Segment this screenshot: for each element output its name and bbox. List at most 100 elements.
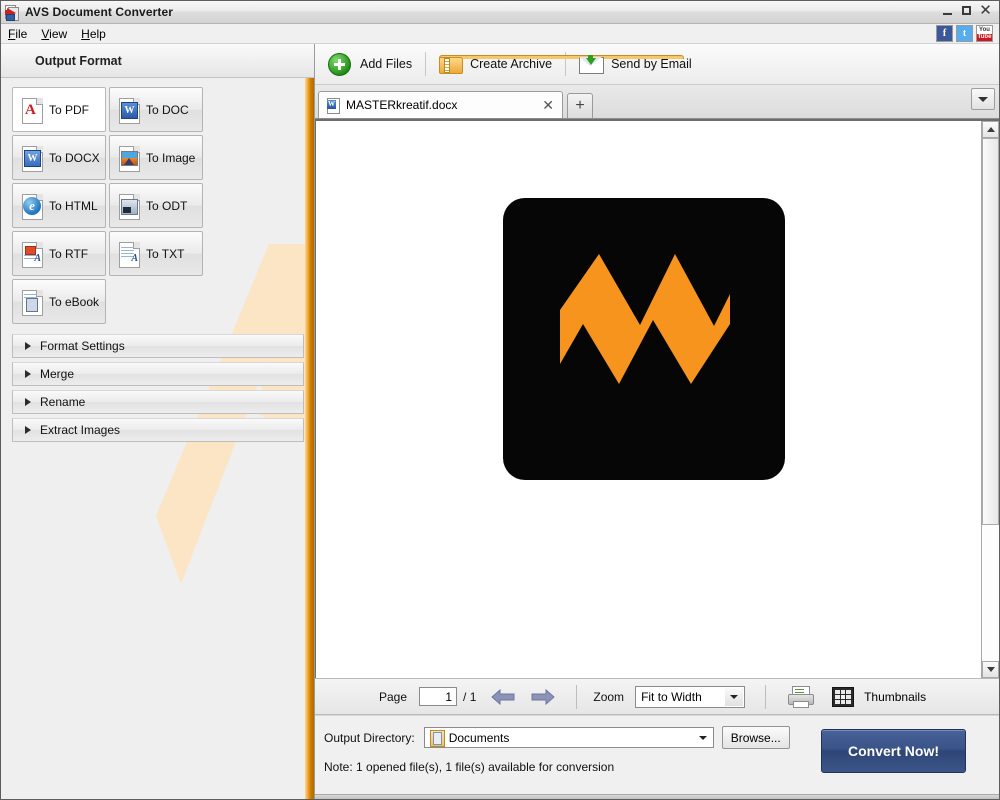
accordion-format-settings[interactable]: Format Settings [12,334,304,358]
thumbnails-label[interactable]: Thumbnails [864,690,926,704]
html-icon: e [20,193,44,220]
menu-help[interactable]: Help [74,26,113,42]
format-button-to-docx[interactable]: W To DOCX [12,135,106,180]
word-doc-icon: W [326,97,340,114]
maximize-button[interactable] [958,3,975,18]
send-by-email-button[interactable]: Send by Email [566,47,705,81]
chevron-right-icon [25,370,31,378]
doc-icon: W [117,97,141,124]
scroll-track[interactable] [982,138,999,661]
format-label: To DOCX [49,150,100,165]
format-button-to-pdf[interactable]: А To PDF [12,87,106,132]
document-tab[interactable]: W MASTERkreatif.docx ✕ [318,91,563,118]
app-icon [5,4,21,21]
format-label: To RTF [49,246,89,261]
format-button-to-doc[interactable]: W To DOC [109,87,203,132]
format-button-to-rtf[interactable]: A To RTF [12,231,106,276]
minimize-button[interactable] [939,3,956,18]
document-canvas[interactable] [316,121,981,678]
scroll-thumb[interactable] [982,138,999,526]
zoom-dropdown-arrow[interactable] [725,687,744,706]
format-button-to-txt[interactable]: A To TXT [109,231,203,276]
format-label: To DOC [146,102,189,117]
scroll-down-button[interactable] [982,661,999,678]
accordion-label: Extract Images [40,423,121,437]
page-navigation-bar: Page / 1 Zoom Fit to Width [315,678,999,715]
convert-now-button[interactable]: Convert Now! [821,729,966,773]
format-label: To ODT [146,198,188,213]
right-pane: Add Files Create Archive Send by Email W… [315,44,999,799]
email-icon [579,55,605,74]
scroll-up-button[interactable] [982,121,999,138]
facebook-icon[interactable]: f [936,25,953,42]
document-page [316,121,981,678]
add-files-label: Add Files [360,57,413,71]
status-line [315,794,999,799]
ebook-icon [20,289,44,316]
accordion-rename[interactable]: Rename [12,390,304,414]
txt-icon: A [117,241,141,268]
format-button-to-image[interactable]: To Image [109,135,203,180]
send-by-email-label: Send by Email [611,57,692,71]
youtube-icon[interactable]: You Tube [976,25,993,42]
pagebar-separator [765,684,767,709]
sidebar-content: А To PDF W To DOC W To DOCX To Image e T… [1,78,314,799]
thumbnails-icon[interactable] [832,686,855,707]
format-label: To eBook [49,294,100,309]
next-page-button[interactable] [530,686,556,708]
add-files-button[interactable]: Add Files [315,47,425,81]
sidebar-header: Output Format [1,44,314,78]
page-total-label: / 1 [463,689,477,704]
document-logo-image [503,198,785,480]
odt-icon [117,193,141,220]
title-bar: AVS Document Converter ✕ [1,1,999,24]
application-window: AVS Document Converter ✕ File View Help … [0,0,1000,800]
document-viewer [315,119,999,678]
zoom-label: Zoom [593,689,625,704]
output-directory-select[interactable]: Documents [423,727,714,748]
chevron-right-icon [25,426,31,434]
create-archive-label: Create Archive [470,57,553,71]
menu-file[interactable]: File [1,26,34,42]
twitter-icon[interactable]: t [956,25,973,42]
menu-bar: File View Help f t You Tube [1,24,999,44]
format-label: To Image [146,150,196,165]
zoom-value: Fit to Width [641,689,702,704]
accordion-label: Format Settings [40,339,125,353]
new-tab-button[interactable]: + [567,93,593,118]
docx-icon: W [20,145,44,172]
output-directory-value: Documents [448,730,510,745]
youtube-line1: You [979,26,990,33]
window-title: AVS Document Converter [25,5,174,19]
chevron-right-icon [25,342,31,350]
main-toolbar: Add Files Create Archive Send by Email [315,44,999,85]
settings-accordion: Format Settings Merge Rename Extract Ima… [1,324,304,442]
viewer-scrollbar[interactable] [981,121,999,678]
accordion-extract-images[interactable]: Extract Images [12,418,304,442]
print-button[interactable] [788,685,815,708]
zigzag-m-logo [560,254,730,384]
format-button-to-ebook[interactable]: To eBook [12,279,106,324]
menu-view[interactable]: View [34,26,74,42]
next-page-arrow-icon [531,688,556,705]
document-tab-bar: W MASTERkreatif.docx ✕ + [315,85,999,119]
page-number-input[interactable] [419,687,458,706]
tab-label: MASTERkreatif.docx [346,98,458,112]
close-button[interactable]: ✕ [977,3,994,18]
create-archive-button[interactable]: Create Archive [426,47,685,81]
accordion-merge[interactable]: Merge [12,362,304,386]
chevron-down-icon [978,96,988,102]
prev-page-arrow-icon [491,688,515,705]
format-button-to-html[interactable]: e To HTML [12,183,106,228]
tab-close-icon[interactable]: ✕ [540,98,556,112]
rtf-icon: A [20,241,44,268]
prev-page-button[interactable] [490,686,516,708]
format-button-to-odt[interactable]: To ODT [109,183,203,228]
browse-button[interactable]: Browse... [721,726,790,749]
zoom-select[interactable]: Fit to Width [635,685,746,708]
window-controls: ✕ [939,3,994,18]
format-label: To HTML [49,198,98,213]
output-directory-dropdown-arrow[interactable] [693,729,712,746]
tab-list-dropdown[interactable] [971,88,995,110]
add-icon [328,52,351,76]
